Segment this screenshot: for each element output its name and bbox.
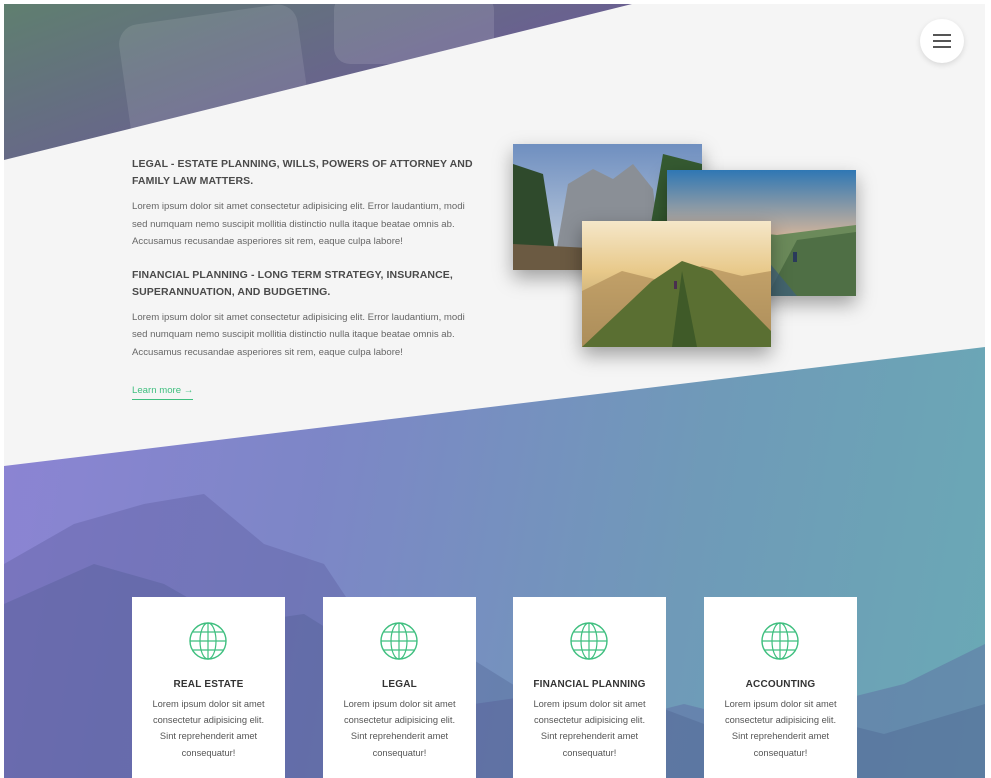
learn-more-link[interactable]: Learn more →: [132, 385, 194, 400]
globe-icon: [189, 622, 227, 660]
menu-button[interactable]: [920, 19, 964, 63]
service-card-legal[interactable]: LEGAL Lorem ipsum dolor sit amet consect…: [323, 597, 476, 778]
service-text: Lorem ipsum dolor sit amet consectetur a…: [152, 699, 265, 758]
mountain-ridge-photo: [582, 221, 771, 347]
service-text: Lorem ipsum dolor sit amet consectetur a…: [724, 699, 837, 758]
service-text: Lorem ipsum dolor sit amet consectetur a…: [533, 699, 646, 758]
intro-content: LEGAL - ESTATE PLANNING, WILLS, POWERS O…: [132, 156, 478, 400]
section-text-financial: Lorem ipsum dolor sit amet consectetur a…: [132, 311, 465, 358]
section-title-financial: FINANCIAL PLANNING - LONG TERM STRATEGY,…: [132, 268, 453, 298]
service-title: LEGAL: [382, 679, 417, 690]
section-title-legal: LEGAL - ESTATE PLANNING, WILLS, POWERS O…: [132, 158, 473, 187]
section-text-legal: Lorem ipsum dolor sit amet consectetur a…: [132, 201, 465, 247]
service-card-financial-planning[interactable]: FINANCIAL PLANNING Lorem ipsum dolor sit…: [513, 597, 666, 778]
page: LEGAL - ESTATE PLANNING, WILLS, POWERS O…: [4, 4, 985, 778]
service-title: FINANCIAL PLANNING: [533, 679, 646, 690]
hero-top-image: [4, 4, 632, 160]
hamburger-menu-icon: [933, 32, 951, 50]
globe-icon: [761, 622, 799, 660]
service-card-accounting[interactable]: ACCOUNTING Lorem ipsum dolor sit amet co…: [704, 597, 857, 778]
globe-icon: [570, 622, 608, 660]
service-text: Lorem ipsum dolor sit amet consectetur a…: [343, 699, 456, 758]
service-title: ACCOUNTING: [745, 679, 816, 690]
service-title: REAL ESTATE: [173, 679, 244, 690]
service-card-real-estate[interactable]: REAL ESTATE Lorem ipsum dolor sit amet c…: [132, 597, 285, 778]
globe-icon: [380, 622, 418, 660]
